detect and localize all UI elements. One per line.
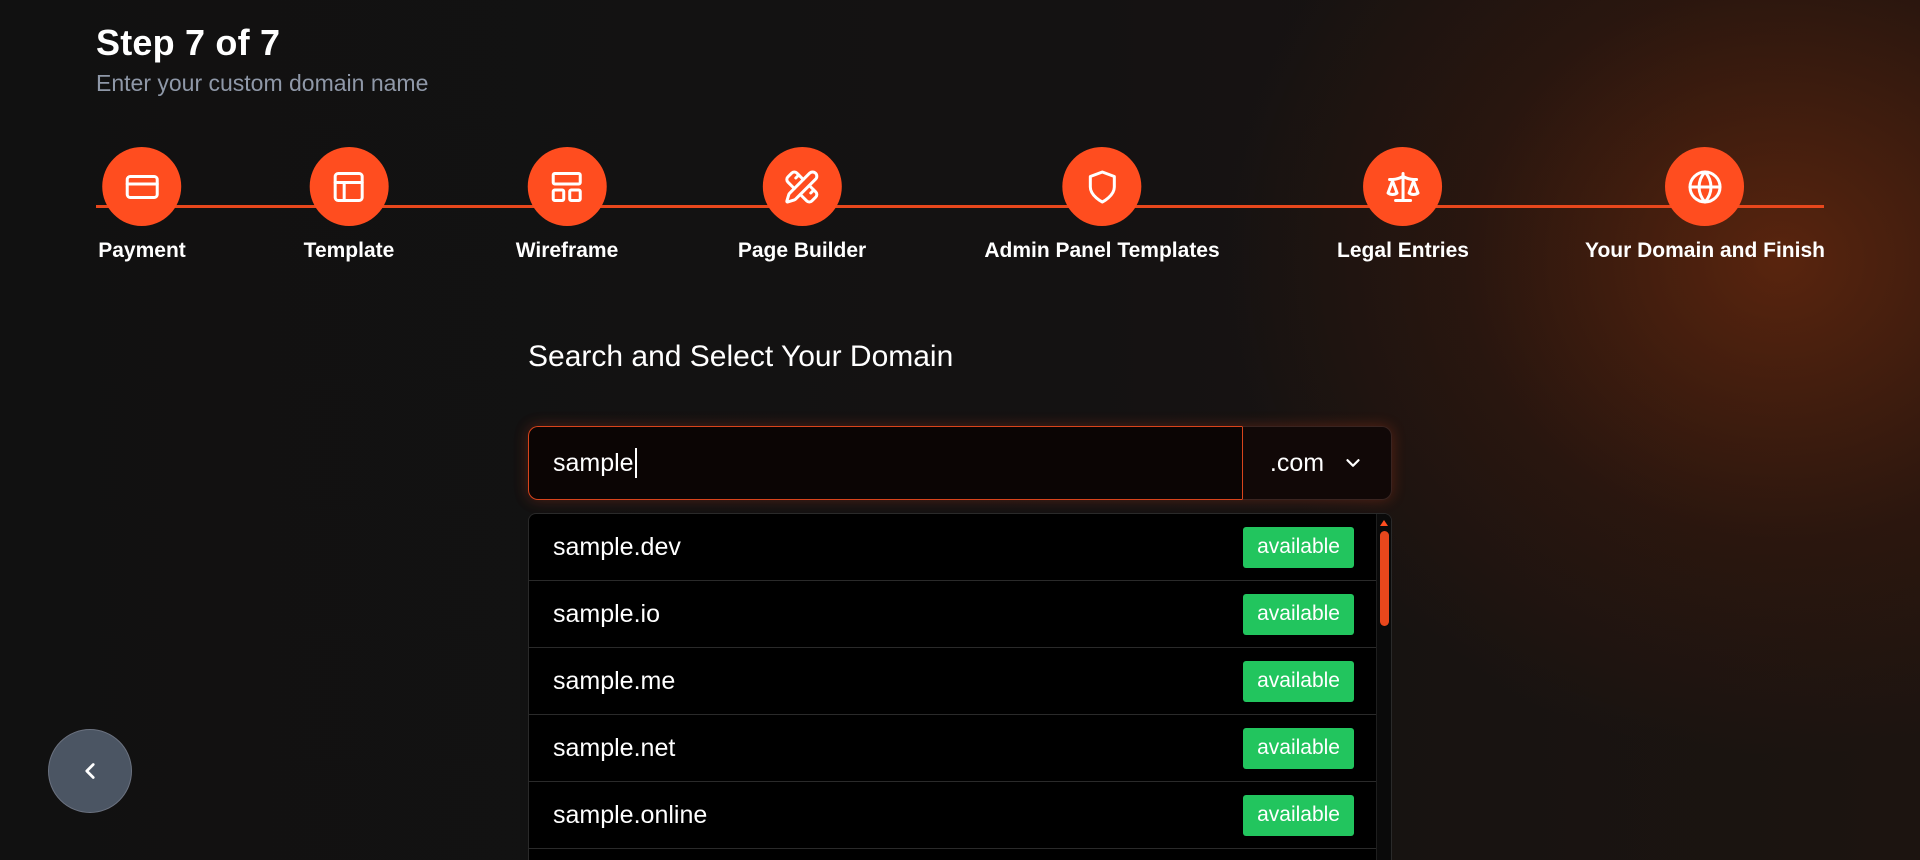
result-domain: sample.online bbox=[553, 800, 708, 829]
domain-result-row[interactable]: sample.io available bbox=[529, 581, 1378, 648]
step-your-domain-and-finish[interactable]: Your Domain and Finish bbox=[1585, 147, 1825, 263]
shield-icon bbox=[1062, 147, 1142, 226]
result-domain: sample.net bbox=[553, 733, 676, 762]
domain-step-page: Step 7 of 7 Enter your custom domain nam… bbox=[0, 0, 1920, 860]
scroll-up-arrow-icon[interactable] bbox=[1380, 520, 1388, 526]
domain-search-bar: sample .com bbox=[528, 426, 1392, 500]
domain-results-list: sample.dev available sample.io available… bbox=[528, 513, 1392, 860]
status-badge: available bbox=[1243, 660, 1354, 702]
scale-icon bbox=[1363, 147, 1443, 226]
result-domain: sample.me bbox=[553, 666, 676, 695]
pencil-ruler-icon bbox=[762, 147, 842, 226]
domain-result-row[interactable]: sample.net available bbox=[529, 715, 1378, 782]
domain-result-row[interactable]: sample.me available bbox=[529, 648, 1378, 715]
tld-select[interactable]: .com bbox=[1242, 426, 1392, 500]
step-label: Page Builder bbox=[737, 239, 867, 262]
step-label: Your Domain and Finish bbox=[1585, 239, 1825, 262]
result-domain: sample.io bbox=[553, 599, 660, 628]
layout-icon bbox=[309, 147, 389, 226]
status-badge: available bbox=[1243, 593, 1354, 635]
status-badge: available bbox=[1243, 526, 1354, 568]
step-title: Step 7 of 7 bbox=[96, 22, 281, 63]
status-badge: available bbox=[1243, 727, 1354, 769]
tld-selected-value: .com bbox=[1269, 448, 1325, 477]
step-label: Legal Entries bbox=[1337, 239, 1469, 262]
domain-result-row[interactable]: sample.online available bbox=[529, 782, 1378, 849]
step-subtitle: Enter your custom domain name bbox=[96, 70, 429, 96]
step-payment[interactable]: Payment bbox=[98, 147, 186, 263]
step-label: Template bbox=[303, 239, 395, 262]
step-label: Admin Panel Templates bbox=[984, 239, 1220, 262]
chevron-left-icon bbox=[85, 763, 95, 779]
wireframe-icon bbox=[527, 147, 607, 226]
step-wireframe[interactable]: Wireframe bbox=[515, 147, 619, 263]
progress-stepper: Payment Template Wireframe Page Builder … bbox=[96, 147, 1825, 267]
result-domain: sample.dev bbox=[553, 532, 681, 561]
domain-search-input[interactable]: sample bbox=[528, 426, 1242, 500]
section-title: Search and Select Your Domain bbox=[528, 340, 954, 373]
back-button[interactable] bbox=[48, 729, 132, 813]
step-template[interactable]: Template bbox=[303, 147, 395, 263]
step-legal-entries[interactable]: Legal Entries bbox=[1337, 147, 1469, 263]
step-admin-panel-templates[interactable]: Admin Panel Templates bbox=[984, 147, 1220, 263]
text-caret bbox=[634, 448, 637, 478]
chevron-down-icon bbox=[1346, 459, 1360, 467]
status-badge: available bbox=[1243, 794, 1354, 836]
domain-result-row[interactable]: sample.dev available bbox=[529, 514, 1378, 581]
domain-search-value: sample bbox=[553, 448, 634, 477]
scroll-thumb[interactable] bbox=[1380, 531, 1389, 626]
step-page-builder[interactable]: Page Builder bbox=[738, 147, 866, 263]
step-label: Payment bbox=[98, 239, 186, 262]
step-label: Wireframe bbox=[515, 239, 619, 262]
credit-card-icon bbox=[102, 147, 182, 226]
results-scrollbar[interactable] bbox=[1376, 514, 1391, 860]
globe-icon bbox=[1665, 147, 1745, 226]
